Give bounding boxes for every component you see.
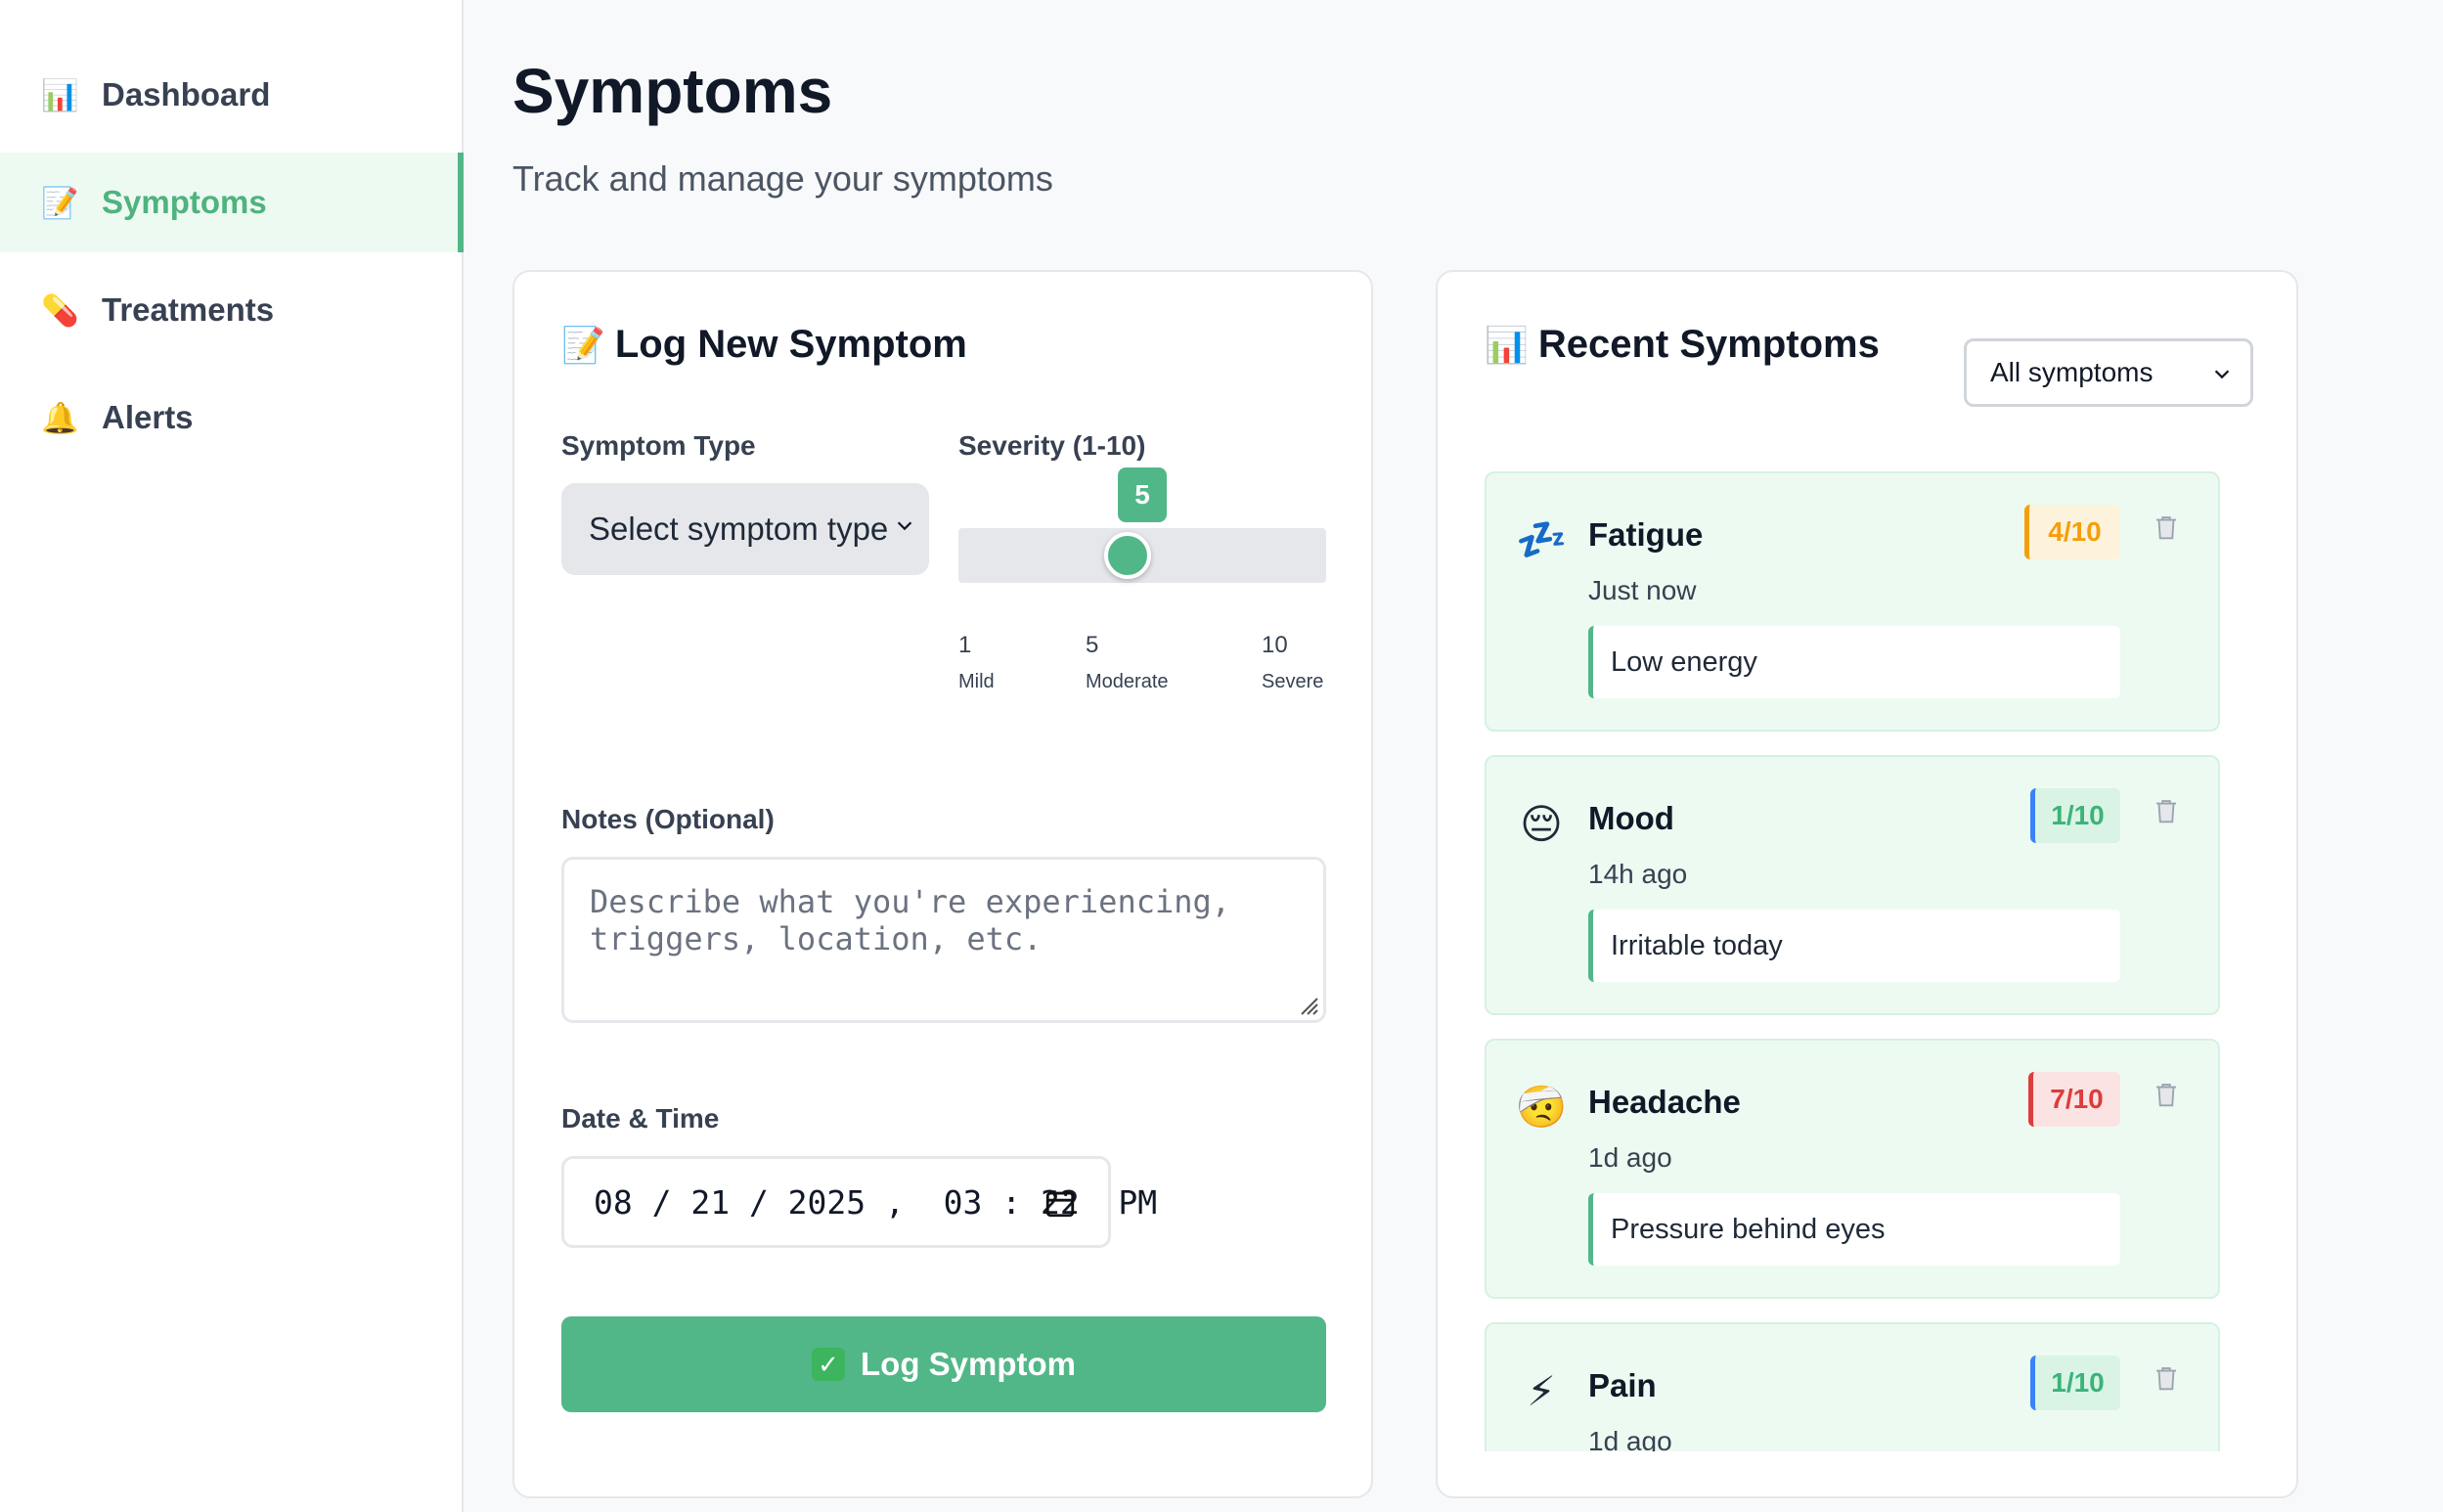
trash-icon[interactable] <box>2152 1363 2181 1393</box>
recent-symptoms-list[interactable]: 💤 Fatigue Just now Low energy 4/10 😔 Moo… <box>1485 471 2247 1451</box>
symptom-time: 1d ago <box>1588 1426 1672 1451</box>
severity-badge: 1/10 <box>2030 788 2120 843</box>
calendar-icon[interactable] <box>1044 1186 1077 1220</box>
notes-label: Notes (Optional) <box>561 804 775 834</box>
trash-icon[interactable] <box>2152 512 2181 542</box>
check-icon: ✓ <box>812 1348 845 1381</box>
symptom-name: Mood <box>1588 800 1674 836</box>
injured-face-icon: 🤕 <box>1516 1084 1568 1130</box>
sidebar-item-dashboard[interactable]: 📊 Dashboard <box>0 45 462 145</box>
sidebar-item-label: Treatments <box>102 291 275 328</box>
trash-icon[interactable] <box>2152 1080 2181 1109</box>
card-title: 📊 Recent Symptoms <box>1485 323 1880 367</box>
list-item: 🤕 Headache 1d ago Pressure behind eyes 7… <box>1485 1039 2220 1299</box>
symptom-filter-value: All symptoms <box>1990 357 2154 387</box>
log-symptom-card: 📝 Log New Symptom Symptom Type Select sym… <box>512 270 1373 1498</box>
bell-icon: 🔔 <box>41 400 79 435</box>
symptom-time: 1d ago <box>1588 1142 1672 1173</box>
symptom-type-label: Symptom Type <box>561 430 756 461</box>
sidebar-item-label: Symptoms <box>102 184 267 220</box>
list-item: 😔 Mood 14h ago Irritable today 1/10 <box>1485 755 2220 1015</box>
scale-mid-value: 5 <box>1086 632 1099 658</box>
symptom-type-select[interactable]: Select symptom type <box>561 483 929 575</box>
symptom-type-value: Select symptom type <box>589 511 889 547</box>
sidebar: 📊 Dashboard 📝 Symptoms 💊 Treatments 🔔 Al… <box>0 0 464 1512</box>
sidebar-item-treatments[interactable]: 💊 Treatments <box>0 260 462 360</box>
main-content: Symptoms Track and manage your symptoms … <box>512 0 2443 1512</box>
pill-icon: 💊 <box>41 292 79 328</box>
card-title-text: Log New Symptom <box>614 323 967 366</box>
symptom-note: Pressure behind eyes <box>1588 1193 2120 1266</box>
scale-min-label: Mild <box>958 671 995 692</box>
symptom-name: Fatigue <box>1588 516 1704 553</box>
page-title: Symptoms <box>512 56 833 126</box>
symptom-note: Irritable today <box>1588 910 2120 982</box>
resize-handle-icon[interactable] <box>1296 993 1319 1016</box>
severity-badge: 4/10 <box>2024 505 2120 559</box>
sleep-icon: 💤 <box>1516 516 1568 562</box>
card-title: 📝 Log New Symptom <box>561 323 967 367</box>
severity-value-badge: 5 <box>1118 467 1167 522</box>
notes-textarea[interactable]: Describe what you're experiencing, trigg… <box>561 857 1326 1023</box>
severity-label: Severity (1-10) <box>958 430 1146 461</box>
symptom-time: 14h ago <box>1588 859 1688 889</box>
sidebar-item-label: Alerts <box>102 399 194 435</box>
scale-min-value: 1 <box>958 632 972 658</box>
chevron-down-icon <box>897 521 912 531</box>
symptom-filter-select[interactable]: All symptoms <box>1964 338 2253 407</box>
memo-icon: 📝 <box>561 325 605 365</box>
symptom-note: Low energy <box>1588 626 2120 698</box>
list-item: 💤 Fatigue Just now Low energy 4/10 <box>1485 471 2220 732</box>
scale-mid-label: Moderate <box>1086 671 1169 692</box>
sidebar-item-symptoms[interactable]: 📝 Symptoms <box>0 153 464 252</box>
severity-badge: 7/10 <box>2028 1072 2120 1127</box>
chart-icon: 📊 <box>41 77 79 112</box>
page-subtitle: Track and manage your symptoms <box>512 158 1053 199</box>
recent-symptoms-card: 📊 Recent Symptoms All symptoms 💤 Fatigue … <box>1436 270 2298 1498</box>
card-title-text: Recent Symptoms <box>1537 323 1880 366</box>
lightning-icon: ⚡ <box>1527 1368 1556 1414</box>
severity-slider-thumb[interactable] <box>1104 532 1151 579</box>
notes-placeholder: Describe what you're experiencing, trigg… <box>590 883 1231 957</box>
chevron-down-icon <box>2214 370 2230 379</box>
sad-face-icon: 😔 <box>1520 801 1563 847</box>
sidebar-item-alerts[interactable]: 🔔 Alerts <box>0 368 462 467</box>
scale-max-value: 10 <box>1262 632 1288 658</box>
memo-icon: 📝 <box>41 185 79 220</box>
symptom-name: Pain <box>1588 1367 1657 1403</box>
datetime-label: Date & Time <box>561 1103 720 1134</box>
trash-icon[interactable] <box>2152 796 2181 825</box>
sidebar-item-label: Dashboard <box>102 76 271 112</box>
scale-max-label: Severe <box>1262 671 1324 692</box>
log-symptom-button[interactable]: ✓ Log Symptom <box>561 1316 1326 1412</box>
log-symptom-button-label: Log Symptom <box>861 1346 1076 1382</box>
chart-icon: 📊 <box>1485 325 1529 365</box>
severity-badge: 1/10 <box>2030 1356 2120 1410</box>
symptom-name: Headache <box>1588 1084 1741 1120</box>
list-item: ⚡ Pain 1d ago 1/10 <box>1485 1322 2220 1451</box>
datetime-input[interactable]: 08 / 21 / 2025 , 03 : 22 PM <box>561 1156 1157 1248</box>
symptom-time: Just now <box>1588 575 1697 605</box>
